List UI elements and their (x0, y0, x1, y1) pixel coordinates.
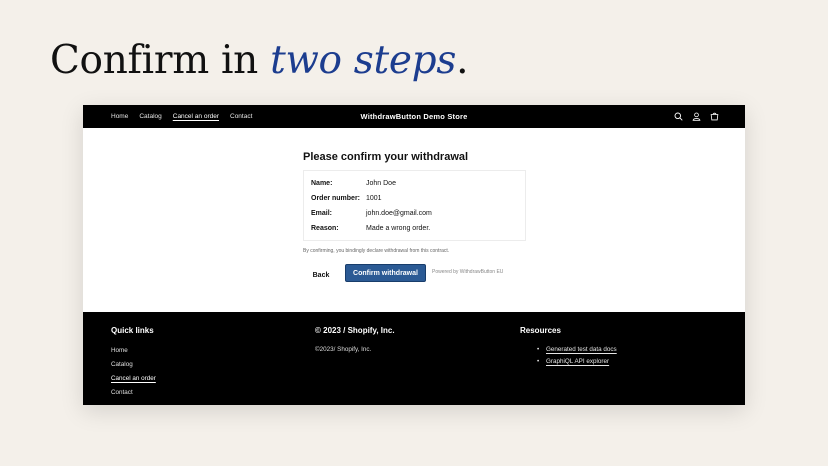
detail-value: john.doe@gmail.com (366, 210, 432, 217)
withdrawal-form-area: Please confirm your withdrawal Name: John… (83, 128, 745, 312)
search-icon[interactable] (674, 112, 683, 121)
back-button[interactable]: Back (307, 268, 335, 284)
headline-text: Confirm in (50, 38, 258, 83)
resource-item: • Generated test data docs (537, 346, 617, 353)
detail-label: Reason: (311, 225, 339, 232)
footer-link-cancel-order[interactable]: Cancel an order (111, 375, 156, 382)
consent-text: By confirming, you bindingly declare wit… (303, 248, 450, 254)
footer-link-catalog[interactable]: Catalog (111, 361, 133, 368)
order-details-box: Name: John Doe Order number: 1001 Email: jo… (303, 170, 526, 241)
account-icon[interactable] (692, 112, 701, 121)
resource-link-test-data-docs[interactable]: Generated test data docs (546, 346, 617, 353)
powered-by-text: Powered by WithdrawButton EU (432, 269, 504, 275)
resources-title: Resources (520, 326, 561, 335)
cart-icon[interactable] (710, 112, 719, 121)
detail-row-reason: Reason: Made a wrong order. (311, 225, 430, 232)
page-headline: Confirm in two steps. (50, 38, 468, 83)
form-title: Please confirm your withdrawal (303, 151, 469, 163)
store-title[interactable]: WithdrawButton Demo Store (83, 105, 745, 128)
detail-value: 1001 (366, 195, 382, 202)
detail-value: Made a wrong order. (366, 225, 431, 232)
bullet-icon: • (537, 346, 540, 353)
confirm-withdrawal-button[interactable]: Confirm withdrawal (345, 264, 426, 282)
copyright-title: © 2023 / Shopify, Inc. (315, 326, 395, 335)
quick-links-title: Quick links (111, 326, 154, 335)
detail-row-order-number: Order number: 1001 (311, 195, 382, 202)
headline-end: . (456, 38, 469, 83)
copyright-text: ©2023/ Shopify, Inc. (315, 346, 372, 353)
detail-value: John Doe (366, 180, 396, 187)
footer-link-contact[interactable]: Contact (111, 389, 133, 396)
footer: Quick links Home Catalog Cancel an order… (83, 312, 745, 405)
nav-icons (674, 105, 719, 128)
top-navigation: Home Catalog Cancel an order Contact Wit… (83, 105, 745, 128)
resource-item: • GraphiQL API explorer (537, 358, 609, 365)
store-window: Home Catalog Cancel an order Contact Wit… (83, 105, 745, 405)
detail-row-email: Email: john.doe@gmail.com (311, 210, 432, 217)
bullet-icon: • (537, 358, 540, 365)
detail-label: Order number: (311, 195, 361, 202)
resource-link-graphiql-explorer[interactable]: GraphiQL API explorer (546, 358, 609, 365)
detail-row-name: Name: John Doe (311, 180, 396, 187)
detail-label: Email: (311, 210, 333, 217)
detail-label: Name: (311, 180, 333, 187)
headline-accent: two steps (270, 38, 457, 83)
footer-link-home[interactable]: Home (111, 347, 128, 354)
